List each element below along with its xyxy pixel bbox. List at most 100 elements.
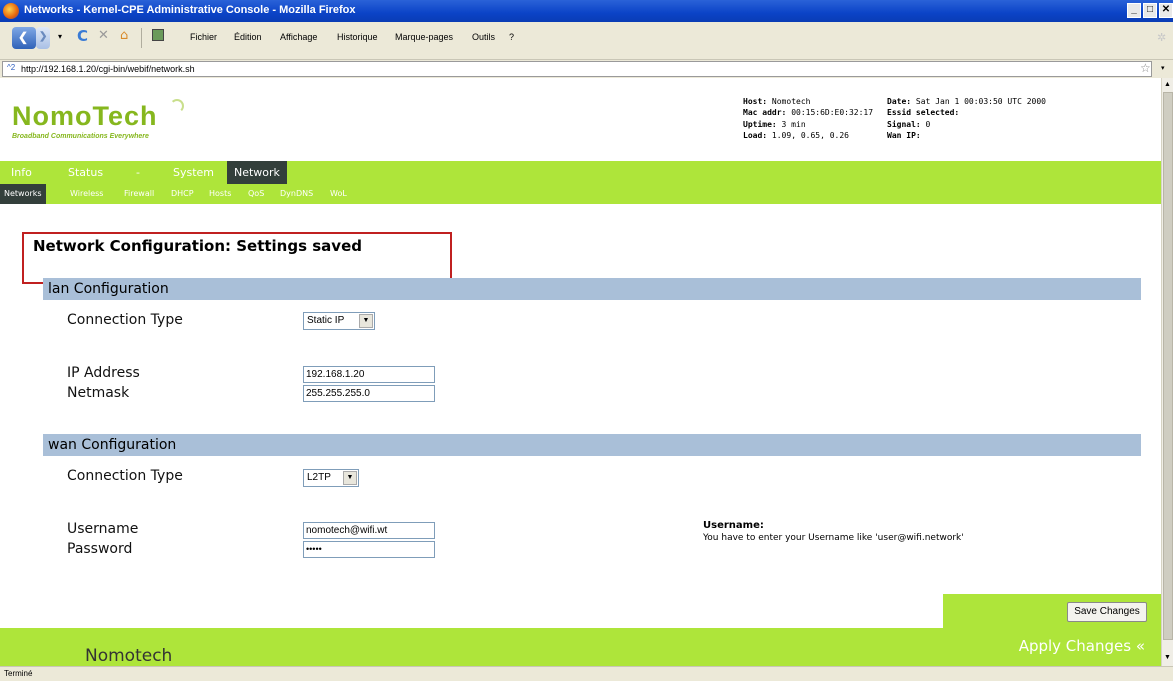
host-label: Host: <box>743 97 768 106</box>
essid-info: Essid selected: <box>887 108 959 117</box>
menu-affichage[interactable]: Affichage <box>280 32 317 42</box>
nav-network[interactable]: Network <box>227 161 287 184</box>
subnav-firewall[interactable]: Firewall <box>124 189 154 198</box>
reload-icon[interactable]: C <box>77 27 88 45</box>
lan-ip-input[interactable]: 192.168.1.20 <box>303 366 435 383</box>
status-bar: Terminé <box>0 666 1173 681</box>
footer-brand: Nomotech <box>85 646 173 666</box>
status-text: Terminé <box>4 669 33 678</box>
stop-icon[interactable]: ✕ <box>98 28 109 43</box>
wan-section-title: wan Configuration <box>48 437 177 453</box>
dropdown-arrow-icon[interactable]: ▼ <box>359 314 373 328</box>
logo-text: NomoTech <box>12 101 158 131</box>
dropdown-arrow-icon[interactable]: ▼ <box>343 471 357 485</box>
lan-netmask-input[interactable]: 255.255.255.0 <box>303 385 435 402</box>
signal-label: Signal: <box>887 120 921 129</box>
window-title-bar: Networks - Kernel-CPE Administrative Con… <box>0 0 1173 22</box>
signal-value: 0 <box>925 120 931 129</box>
wan-username-input[interactable]: nomotech@wifi.wt <box>303 522 435 539</box>
forward-button[interactable]: ❯ <box>36 27 50 49</box>
load-info: Load: 1.09, 0.65, 0.26 <box>743 131 849 140</box>
date-value: Sat Jan 1 00:03:50 UTC 2000 <box>915 97 1046 106</box>
help-title: Username: <box>703 520 764 531</box>
wanip-label: Wan IP: <box>887 131 921 140</box>
uptime-value: 3 min <box>781 120 806 129</box>
bookmark-icon[interactable] <box>152 29 164 41</box>
help-text: You have to enter your Username like 'us… <box>703 533 964 543</box>
host-value: Nomotech <box>771 97 811 106</box>
lan-section-title: lan Configuration <box>48 281 169 297</box>
web-page: NomoTech Broadband Communications Everyw… <box>0 78 1161 666</box>
wan-connection-type-label: Connection Type <box>67 468 183 484</box>
subnav-dhcp[interactable]: DHCP <box>171 189 194 198</box>
menu-toolbar: ❮ ❯ ▾ C ✕ ⌂ Fichier Édition Affichage Hi… <box>0 22 1173 60</box>
wan-password-input[interactable]: ••••• <box>303 541 435 558</box>
mac-info: Mac addr: 00:15:6D:E0:32:17 <box>743 108 873 117</box>
menu-historique[interactable]: Historique <box>337 32 378 42</box>
toolbar-separator <box>141 28 142 48</box>
subnav-wol[interactable]: WoL <box>330 189 347 198</box>
apply-changes-link[interactable]: Apply Changes « <box>1019 637 1145 655</box>
address-bar: ^2 http://192.168.1.20/cgi-bin/webif/net… <box>0 60 1173 78</box>
lan-connection-type-select[interactable]: Static IP ▼ <box>303 312 375 330</box>
subnav-wireless[interactable]: Wireless <box>70 189 103 198</box>
wifi-signal-icon <box>170 99 184 113</box>
vertical-scrollbar[interactable]: ▲ ▼ <box>1161 78 1173 666</box>
highlight-box <box>22 232 452 284</box>
history-dropdown-icon[interactable]: ▾ <box>58 32 62 41</box>
site-identity-label[interactable]: ^2 <box>7 63 15 72</box>
window-title: Networks - Kernel-CPE Administrative Con… <box>24 4 356 16</box>
wanip-info: Wan IP: <box>887 131 921 140</box>
uptime-label: Uptime: <box>743 120 777 129</box>
essid-label: Essid selected: <box>887 108 960 117</box>
url-input[interactable]: ^2 http://192.168.1.20/cgi-bin/webif/net… <box>2 61 1152 77</box>
maximize-button[interactable]: □ <box>1143 3 1157 18</box>
wan-password-label: Password <box>67 541 133 557</box>
scrollbar-thumb[interactable] <box>1163 92 1173 640</box>
uptime-info: Uptime: 3 min <box>743 120 806 129</box>
scroll-up-icon[interactable]: ▲ <box>1164 81 1171 88</box>
throbber-icon: ✲ <box>1157 31 1167 44</box>
wan-section-header: wan Configuration <box>43 434 1141 456</box>
lan-connection-type-value: Static IP <box>307 315 345 326</box>
subnav-qos[interactable]: QoS <box>248 189 264 198</box>
mac-value: 00:15:6D:E0:32:17 <box>791 108 874 117</box>
menu-help[interactable]: ? <box>509 32 514 42</box>
logo-tagline: Broadband Communications Everywhere <box>12 133 149 140</box>
minimize-button[interactable]: _ <box>1127 3 1141 18</box>
menu-edition[interactable]: Édition <box>234 32 262 42</box>
subnav-networks[interactable]: Networks <box>0 184 46 204</box>
home-icon[interactable]: ⌂ <box>120 28 128 43</box>
wan-connection-type-select[interactable]: L2TP ▼ <box>303 469 359 487</box>
wan-username-label: Username <box>67 521 139 537</box>
nav-separator: - <box>136 166 140 179</box>
sub-nav: Networks Wireless Firewall DHCP Hosts Qo… <box>0 184 1161 204</box>
load-value: 1.09, 0.65, 0.26 <box>771 131 849 140</box>
lan-netmask-label: Netmask <box>67 385 130 401</box>
nav-system[interactable]: System <box>173 166 214 179</box>
scroll-down-icon[interactable]: ▼ <box>1164 654 1171 661</box>
menu-outils[interactable]: Outils <box>472 32 495 42</box>
lan-connection-type-label: Connection Type <box>67 312 183 328</box>
subnav-hosts[interactable]: Hosts <box>209 189 231 198</box>
save-changes-button[interactable]: Save Changes <box>1067 602 1147 622</box>
menu-marque-pages[interactable]: Marque-pages <box>395 32 453 42</box>
menu-fichier[interactable]: Fichier <box>190 32 217 42</box>
url-dropdown-icon[interactable]: ▾ <box>1161 64 1165 72</box>
firefox-icon <box>3 3 19 19</box>
lan-ip-label: IP Address <box>67 365 140 381</box>
mac-label: Mac addr: <box>743 108 787 117</box>
forward-arrow-icon: ❯ <box>39 31 48 42</box>
subnav-dyndns[interactable]: DynDNS <box>280 189 313 198</box>
nav-info[interactable]: Info <box>11 166 32 179</box>
back-button[interactable]: ❮ <box>12 27 36 49</box>
main-nav: Info Status - System Network <box>0 161 1161 184</box>
date-info: Date: Sat Jan 1 00:03:50 UTC 2000 <box>887 97 1046 106</box>
date-label: Date: <box>887 97 912 106</box>
lan-section-header: lan Configuration <box>43 278 1141 300</box>
star-bookmark-icon[interactable]: ☆ <box>1140 61 1151 75</box>
page-footer: Nomotech Apply Changes « <box>0 628 1161 666</box>
back-arrow-icon: ❮ <box>18 30 29 44</box>
close-button[interactable]: ✕ <box>1159 3 1173 18</box>
nav-status[interactable]: Status <box>68 166 103 179</box>
